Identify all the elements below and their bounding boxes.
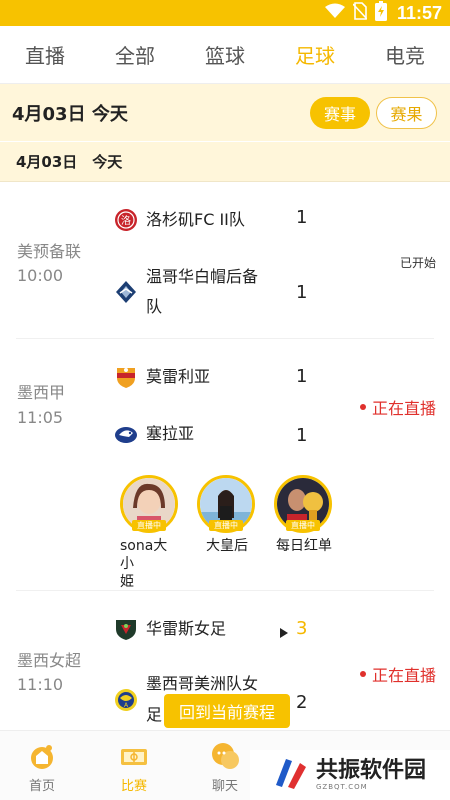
whitecaps-logo-icon <box>114 280 138 304</box>
events-button[interactable]: 赛事 <box>310 97 370 129</box>
league-name: 墨西女超 <box>17 651 82 670</box>
home-score: 3 <box>296 618 308 639</box>
watermark-sub: GZBQT.COM <box>316 783 368 791</box>
juarez-logo-icon <box>114 617 138 641</box>
no-sim-icon <box>352 2 368 24</box>
match-time: 10:00 <box>17 266 64 285</box>
nav-home-label: 首页 <box>28 779 55 794</box>
away-team-name: 塞拉亚 <box>146 424 195 443</box>
match-time: 11:10 <box>17 675 64 694</box>
away-team-name-line1: 温哥华白帽后备 <box>146 267 259 286</box>
clock: 11:57 <box>396 2 442 23</box>
results-button[interactable]: 赛果 <box>376 97 437 129</box>
watermark: 共振软件园 GZBQT.COM <box>250 750 450 800</box>
svg-text:洛: 洛 <box>121 214 131 227</box>
back-to-current-button[interactable]: 回到当前赛程 <box>164 694 290 728</box>
away-score: 1 <box>296 282 308 303</box>
nav-chat-label: 聊天 <box>211 779 238 794</box>
live-dot-icon <box>359 404 366 410</box>
watermark-title: 共振软件园 <box>316 758 427 783</box>
anchor-name-line1: sona大小 <box>120 538 168 572</box>
morelia-logo-icon <box>114 365 138 389</box>
live-tag: 直播中 <box>209 520 243 531</box>
lafc-logo-icon: 洛 <box>114 208 138 232</box>
away-team-name-line2: 队 <box>146 297 163 316</box>
live-tag: 直播中 <box>286 520 320 531</box>
match-row[interactable]: 美预备联 10:00 洛 洛杉矶FC II队 1 温哥华白帽后备 队 1 已开始 <box>0 183 450 339</box>
sport-tabs: 直播 全部 篮球 足球 电竞 <box>0 26 450 84</box>
anchor-card[interactable]: 直播中 sona大小 姫 <box>120 475 180 591</box>
tab-live[interactable]: 直播 <box>25 40 65 69</box>
nav-chat[interactable]: 聊天 <box>195 741 255 794</box>
nav-matches[interactable]: 比赛 <box>104 741 164 794</box>
date-title[interactable]: 4月03日 今天 <box>12 100 128 126</box>
anchor-card[interactable]: 直播中 大皇后 <box>197 475 257 555</box>
battery-icon <box>374 1 387 25</box>
anchor-name: 每日红单 <box>276 538 332 554</box>
anchor-name-line2: 姫 <box>120 574 134 590</box>
match-icon <box>119 741 149 771</box>
anchor-card[interactable]: 直播中 每日红单 <box>274 475 334 555</box>
home-score: 1 <box>296 207 308 228</box>
status-bar: 11:57 <box>0 0 450 26</box>
live-status: 正在直播 <box>359 395 436 419</box>
chat-icon <box>210 741 240 771</box>
match-time: 11:05 <box>17 408 64 427</box>
live-dot-icon <box>359 671 366 677</box>
league-name: 美预备联 <box>17 242 82 261</box>
date-subheader-label: 4月03日 今天 <box>16 153 123 171</box>
nav-home[interactable]: 首页 <box>12 741 72 794</box>
league-name: 墨西甲 <box>17 383 66 402</box>
tab-basketball[interactable]: 篮球 <box>205 40 245 69</box>
live-status-label: 正在直播 <box>371 399 436 418</box>
play-arrow-icon <box>280 623 288 642</box>
tab-football[interactable]: 足球 <box>295 40 335 69</box>
america-logo-icon: A <box>114 688 138 712</box>
home-team-name: 华雷斯女足 <box>146 619 227 638</box>
away-score: 1 <box>296 425 308 446</box>
home-team-name: 洛杉矶FC II队 <box>146 210 245 229</box>
live-tag: 直播中 <box>132 520 166 531</box>
match-row[interactable]: 墨西甲 11:05 莫雷利亚 1 塞拉亚 1 正在直播 直播中 sona大小 姫… <box>0 339 450 591</box>
nav-matches-label: 比赛 <box>120 779 147 794</box>
home-team-name: 莫雷利亚 <box>146 367 211 386</box>
live-status-label: 正在直播 <box>371 666 436 685</box>
tab-esports[interactable]: 电竞 <box>385 40 425 69</box>
watermark-logo-icon <box>272 755 308 795</box>
celaya-logo-icon <box>114 422 138 446</box>
live-status: 正在直播 <box>359 662 436 686</box>
away-score: 2 <box>296 692 308 713</box>
home-icon <box>27 741 57 771</box>
date-header: 4月03日 今天 赛事 赛果 <box>0 84 450 141</box>
anchor-name: 大皇后 <box>206 538 248 554</box>
home-score: 1 <box>296 366 308 387</box>
tab-all[interactable]: 全部 <box>115 40 155 69</box>
match-status: 已开始 <box>399 256 436 270</box>
date-subheader: 4月03日 今天 <box>0 142 450 182</box>
away-team-name-line2: 足 <box>146 705 163 724</box>
wifi-icon <box>324 3 345 23</box>
